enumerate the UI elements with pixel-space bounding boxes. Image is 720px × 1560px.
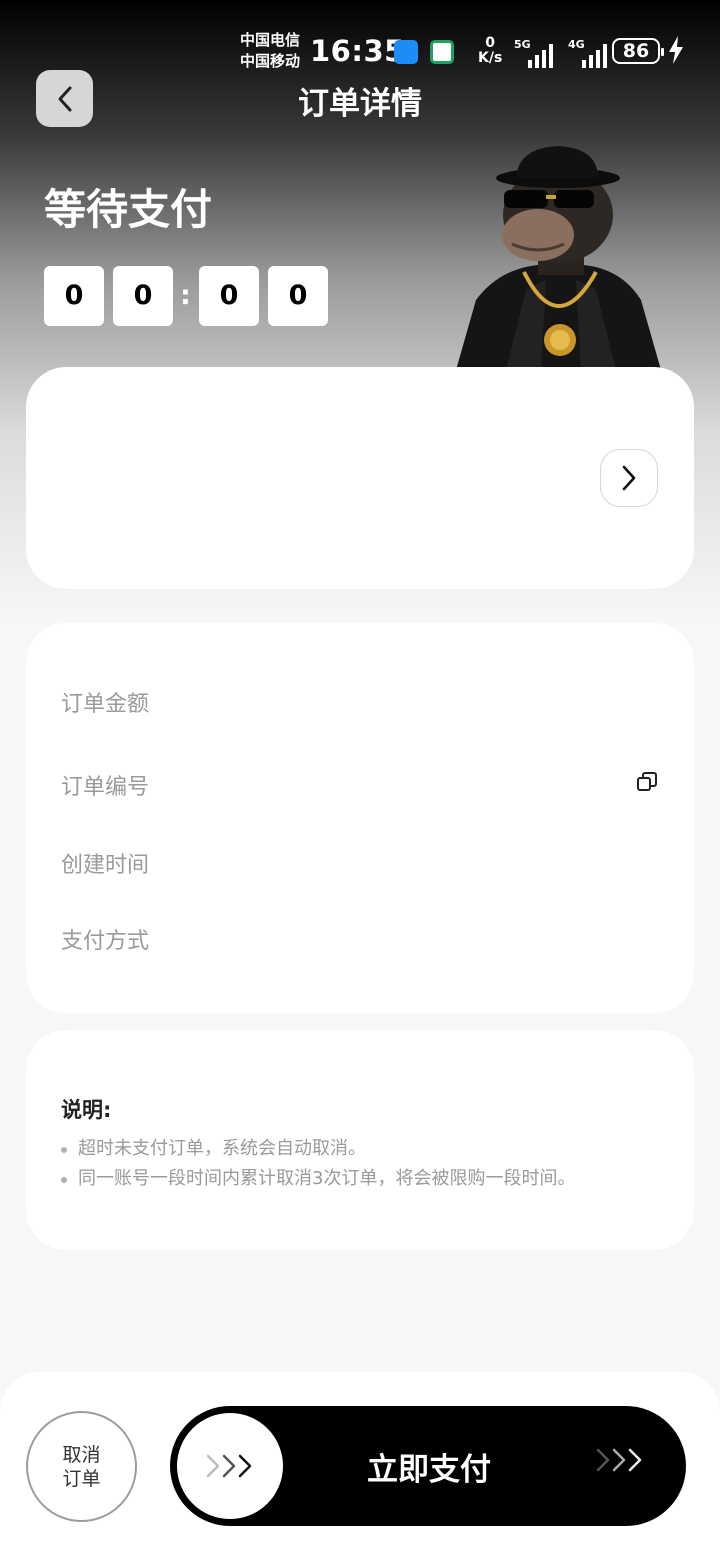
cancel-label-line1: 取消 [62, 1443, 101, 1466]
note-item: 超时未支付订单，系统会自动取消。 [61, 1134, 575, 1164]
net-speed-value: 0 [485, 35, 496, 51]
cancel-order-button[interactable]: 取消 订单 [26, 1411, 137, 1522]
pay-now-slider[interactable]: 立即支付 [170, 1406, 686, 1526]
status-time: 16:35 [310, 34, 405, 68]
carrier-names: 中国电信 中国移动 [240, 30, 300, 72]
net-speed-unit: K/s [478, 50, 503, 66]
status-bar: 中国电信 中国移动 16:35 0 K/s 5G 4G 86 [0, 28, 720, 76]
battery-icon: 86 [612, 38, 664, 64]
pay-now-label: 立即支付 [367, 1452, 491, 1488]
note-item: 同一账号一段时间内累计取消3次订单，将会被限购一段时间。 [61, 1164, 575, 1194]
note-title: 说明: [61, 1098, 112, 1122]
cancel-label-line2: 订单 [62, 1467, 101, 1490]
countdown-digit: 0 [199, 266, 259, 326]
countdown-digit: 0 [113, 266, 173, 326]
power-app-icon [430, 40, 454, 64]
triple-chevron-right-icon [596, 1448, 642, 1472]
page-title: 订单详情 [298, 86, 422, 122]
slider-knob[interactable] [177, 1413, 283, 1519]
created-time-label: 创建时间 [61, 853, 150, 878]
order-status-title: 等待支付 [44, 185, 213, 234]
net-speed: 0 K/s [478, 36, 502, 66]
payment-method-label: 支付方式 [61, 929, 150, 954]
product-card[interactable] [26, 367, 694, 589]
order-amount-label: 订单金额 [61, 692, 150, 717]
order-info-card: 订单金额 订单编号 创建时间 支付方式 [26, 623, 694, 1013]
carrier-1: 中国电信 [240, 31, 301, 49]
product-detail-button[interactable] [600, 449, 658, 507]
bottom-action-bar: 取消 订单 立即支付 [0, 1372, 720, 1560]
order-number-label: 订单编号 [61, 775, 150, 800]
countdown-separator: : [180, 280, 191, 311]
charging-icon [669, 36, 683, 64]
note-list: 超时未支付订单，系统会自动取消。 同一账号一段时间内累计取消3次订单，将会被限购… [61, 1134, 575, 1194]
countdown-digit: 0 [44, 266, 104, 326]
copy-icon[interactable] [636, 771, 658, 793]
chevron-right-icon [622, 465, 636, 491]
carrier-2: 中国移动 [240, 52, 301, 70]
triple-chevron-right-icon [206, 1454, 252, 1478]
shopping-app-icon [394, 40, 418, 64]
ape-mascot-illustration [456, 146, 661, 370]
note-card: 说明: 超时未支付订单，系统会自动取消。 同一账号一段时间内累计取消3次订单，将… [26, 1030, 694, 1250]
countdown-digit: 0 [268, 266, 328, 326]
